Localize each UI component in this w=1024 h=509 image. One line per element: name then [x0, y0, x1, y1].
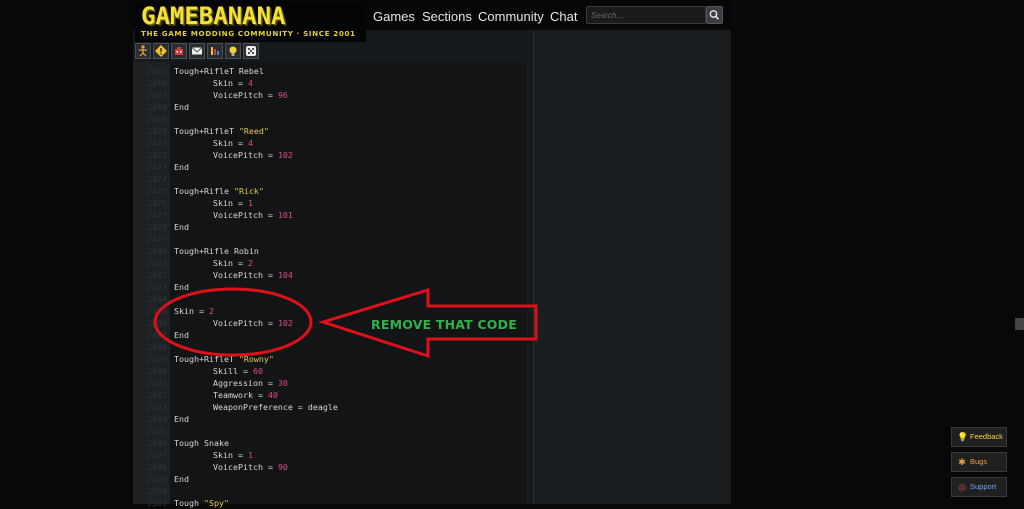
- bugs-label: Bugs: [970, 457, 988, 466]
- support-label: Support: [970, 482, 997, 491]
- bug-icon: ✱: [958, 457, 966, 467]
- annotation-overlay: [153, 287, 538, 359]
- feedback-label: Feedback: [970, 432, 1003, 441]
- bulb-icon: 💡: [957, 432, 969, 442]
- annotation-circle: [153, 287, 313, 357]
- scrollbar-thumb[interactable]: [1015, 318, 1024, 330]
- feedback-button[interactable]: 💡 Feedback: [951, 427, 1007, 447]
- support-button[interactable]: ◎ Support: [951, 477, 1007, 497]
- lifebuoy-icon: ◎: [958, 482, 966, 492]
- bugs-button[interactable]: ✱ Bugs: [951, 452, 1007, 472]
- annotation-label: REMOVE THAT CODE: [371, 317, 517, 332]
